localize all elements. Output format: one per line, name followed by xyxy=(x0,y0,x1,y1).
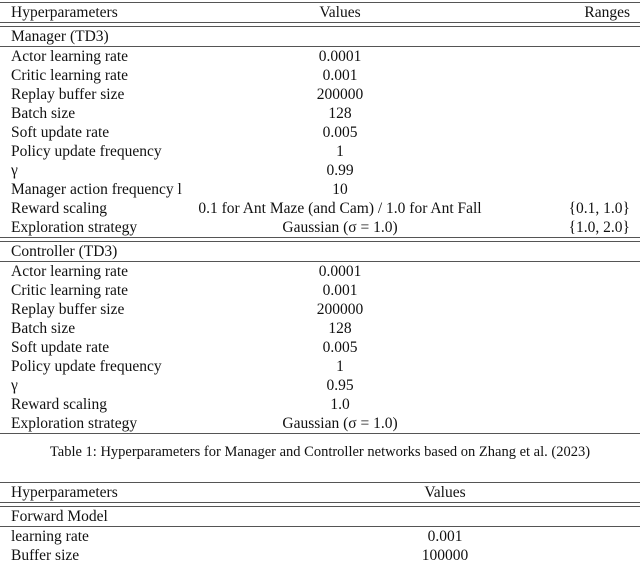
table-row: Batch size 128 xyxy=(0,319,640,338)
param-value: 0.005 xyxy=(322,339,358,356)
table-row: Actor learning rate 0.0001 xyxy=(0,262,640,281)
table-row: Batch size 128 xyxy=(0,104,640,123)
param-value: 0.005 xyxy=(322,124,358,141)
param-name: Replay buffer size xyxy=(11,301,125,318)
param-name: Exploration strategy xyxy=(11,219,138,236)
param-value: 128 xyxy=(328,105,352,122)
param-value: 0.1 for Ant Maze (and Cam) / 1.0 for Ant… xyxy=(198,200,482,217)
param-value: 0.99 xyxy=(326,162,354,179)
param-value: 200000 xyxy=(316,301,364,318)
param-name: Soft update rate xyxy=(11,124,110,141)
header-values: Values xyxy=(319,4,361,21)
param-name: γ xyxy=(11,162,18,179)
table-row: Policy update frequency 1 xyxy=(0,357,640,376)
param-range: {1.0, 2.0} xyxy=(568,219,630,236)
param-value: 1 xyxy=(336,143,344,160)
header-row: Hyperparameters Values Ranges xyxy=(0,3,640,22)
param-name: Replay buffer size xyxy=(11,86,125,103)
table-row: Replay buffer size 200000 xyxy=(0,300,640,319)
param-name: Batch size xyxy=(11,105,76,122)
param-value: 1.0 xyxy=(330,396,350,413)
section-title-manager: Manager (TD3) xyxy=(11,28,109,45)
table-caption: Table 1: Hyperparameters for Manager and… xyxy=(49,444,591,460)
table-1: Hyperparameters Values Ranges Manager (T… xyxy=(0,2,640,434)
param-value: 1 xyxy=(336,358,344,375)
table-row: Replay buffer size 200000 xyxy=(0,85,640,104)
param-name: Reward scaling xyxy=(11,200,107,217)
table-row: Critic learning rate 0.001 xyxy=(0,281,640,300)
param-name: Critic learning rate xyxy=(11,67,129,84)
table-row: Reward scaling 0.1 for Ant Maze (and Cam)… xyxy=(0,199,640,218)
header-ranges: Ranges xyxy=(584,4,630,21)
param-value: 128 xyxy=(328,320,352,337)
header-row: Hyperparameters Values xyxy=(0,483,640,502)
table-row: Actor learning rate 0.0001 xyxy=(0,47,640,66)
param-name: Actor learning rate xyxy=(11,48,129,65)
param-name: Actor learning rate xyxy=(11,263,129,280)
table-row: Exploration strategy Gaussian (σ = 1.0) {1… xyxy=(0,218,640,237)
param-name: Batch size xyxy=(11,320,76,337)
section-title-controller: Controller (TD3) xyxy=(11,243,118,260)
param-value: Gaussian (σ = 1.0) xyxy=(282,415,398,432)
param-value: 10 xyxy=(332,181,348,198)
param-value: 0.95 xyxy=(326,377,354,394)
param-value: 0.001 xyxy=(322,67,358,84)
table-row: γ 0.95 xyxy=(0,376,640,395)
param-name: Critic learning rate xyxy=(11,282,129,299)
bottom-rule xyxy=(0,433,640,434)
param-value: Gaussian (σ = 1.0) xyxy=(282,219,398,236)
header-hyperparameters: Hyperparameters xyxy=(11,484,118,501)
table-2: Hyperparameters Values Forward Model lea… xyxy=(0,482,640,565)
table-row: Manager action frequency l 10 xyxy=(0,180,640,199)
table-row: Critic learning rate 0.001 xyxy=(0,66,640,85)
param-value: 0.001 xyxy=(322,282,358,299)
table-row: γ 0.99 xyxy=(0,161,640,180)
section-title-forward-model: Forward Model xyxy=(11,508,108,525)
table-row: Soft update rate 0.005 xyxy=(0,123,640,142)
param-range: {0.1, 1.0} xyxy=(568,200,630,217)
header-hyperparameters: Hyperparameters xyxy=(11,4,118,21)
param-name: Soft update rate xyxy=(11,339,110,356)
param-value: 0.001 xyxy=(427,528,463,545)
param-name: Policy update frequency xyxy=(11,358,162,375)
param-name: γ xyxy=(11,377,18,394)
param-name: Policy update frequency xyxy=(11,143,162,160)
table-row: Soft update rate 0.005 xyxy=(0,338,640,357)
param-value: 0.0001 xyxy=(318,263,362,280)
table-row: Reward scaling 1.0 xyxy=(0,395,640,414)
param-value: 0.0001 xyxy=(318,48,362,65)
param-name: Reward scaling xyxy=(11,396,107,413)
table-row: learning rate 0.001 xyxy=(0,527,640,546)
table-row: Exploration strategy Gaussian (σ = 1.0) xyxy=(0,414,640,433)
param-name: learning rate xyxy=(11,528,89,545)
table-row: Policy update frequency 1 xyxy=(0,142,640,161)
param-name: Exploration strategy xyxy=(11,415,138,432)
header-values: Values xyxy=(424,484,466,501)
param-value: 200000 xyxy=(316,86,364,103)
